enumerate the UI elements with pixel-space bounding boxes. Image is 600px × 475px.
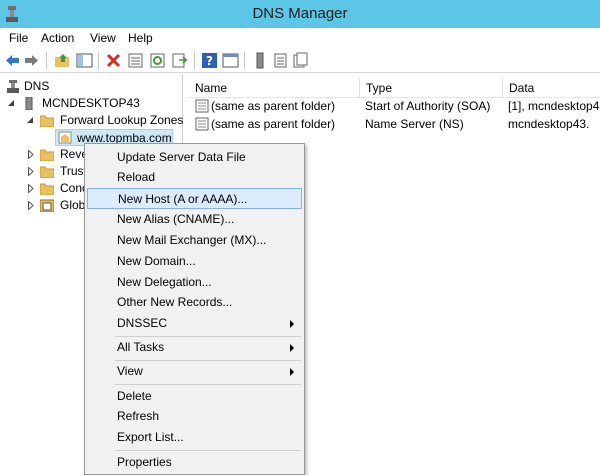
expanded-arrow-icon[interactable] <box>27 117 34 124</box>
tree-label-forward-zones: Forward Lookup Zones <box>60 113 184 127</box>
tree-label-trust: Trust <box>60 164 87 178</box>
menu-item-dnssec-label: DNSSEC <box>117 316 168 330</box>
refresh-icon[interactable] <box>149 52 166 69</box>
forward-icon[interactable] <box>23 52 40 69</box>
cell-type: Name Server (NS) <box>365 117 464 131</box>
menu-item-view-label: View <box>117 364 143 378</box>
collapsed-arrow-icon[interactable] <box>28 150 34 159</box>
menu-item-dnssec[interactable]: DNSSEC <box>87 313 302 334</box>
menu-item-new-domain[interactable]: New Domain... <box>87 251 302 272</box>
global-logs-icon <box>40 199 54 212</box>
tree-node-dns[interactable]: DNS <box>6 78 176 95</box>
tree-node-conditional-forwarders[interactable]: Conc <box>27 180 88 197</box>
cell-type: Start of Authority (SOA) <box>365 99 491 113</box>
folder-icon <box>40 183 54 195</box>
menu-file[interactable]: File <box>9 31 28 45</box>
toolbar-separator <box>98 52 99 69</box>
svg-text:?: ? <box>206 54 213 68</box>
toolbar-separator <box>244 52 245 69</box>
menu-separator <box>115 384 301 385</box>
submenu-arrow-icon <box>290 368 294 376</box>
menu-item-all-tasks-label: All Tasks <box>117 340 165 354</box>
menu-item-view[interactable]: View <box>87 361 302 382</box>
collapsed-arrow-icon[interactable] <box>28 167 34 176</box>
menu-item-refresh[interactable]: Refresh <box>87 406 302 427</box>
toolbar-separator <box>194 52 195 69</box>
console-icon[interactable] <box>222 52 239 69</box>
dns-icon <box>7 80 19 93</box>
menu-help[interactable]: Help <box>128 31 153 45</box>
help-icon[interactable]: ? <box>201 52 218 69</box>
tree-node-server[interactable]: MCNDESKTOP43 <box>8 95 178 112</box>
delete-icon[interactable] <box>105 52 122 69</box>
new-host-icon[interactable] <box>252 52 269 69</box>
folder-icon <box>40 115 54 127</box>
folder-icon <box>40 166 54 178</box>
new-record-icon[interactable] <box>272 52 289 69</box>
menu-item-delete[interactable]: Delete <box>87 386 302 407</box>
column-header-data[interactable]: Data <box>503 78 600 98</box>
menu-action[interactable]: Action <box>41 31 74 45</box>
menu-item-update-server-data-file[interactable]: Update Server Data File <box>87 147 302 168</box>
back-icon[interactable] <box>4 52 21 69</box>
properties2-icon[interactable] <box>292 52 309 69</box>
folder-icon <box>40 149 54 161</box>
cell-name: (same as parent folder) <box>211 99 336 113</box>
show-hide-tree-icon[interactable] <box>76 52 93 69</box>
tree-label-server: MCNDESKTOP43 <box>42 96 140 110</box>
tree-node-forward-zones[interactable]: Forward Lookup Zones <box>27 112 187 129</box>
menu-item-new-delegation[interactable]: New Delegation... <box>87 272 302 293</box>
cell-data: [1], mcndesktop43. <box>508 99 600 113</box>
record-icon <box>195 117 209 131</box>
expanded-arrow-icon[interactable] <box>8 100 15 107</box>
menu-item-other-new-records[interactable]: Other New Records... <box>87 292 302 313</box>
column-header-type[interactable]: Type <box>360 78 503 98</box>
zone-icon <box>58 131 72 144</box>
menu-view[interactable]: View <box>90 31 116 45</box>
submenu-arrow-icon <box>290 320 294 328</box>
title-bar: DNS Manager <box>0 0 600 28</box>
cell-data: mcndesktop43. <box>508 117 590 131</box>
toolbar: ? <box>0 48 600 73</box>
menu-item-new-alias[interactable]: New Alias (CNAME)... <box>87 209 302 230</box>
window-title: DNS Manager <box>252 5 348 22</box>
tree-node-global-logs[interactable]: Glob <box>27 197 87 214</box>
cell-name: (same as parent folder) <box>211 117 336 131</box>
record-icon <box>195 99 209 113</box>
menu-separator <box>115 450 301 451</box>
column-header-name[interactable]: Name <box>189 78 360 98</box>
menu-item-new-host[interactable]: New Host (A or AAAA)... <box>87 188 302 209</box>
menu-item-all-tasks[interactable]: All Tasks <box>87 337 302 358</box>
up-folder-icon[interactable] <box>54 52 71 69</box>
collapsed-arrow-icon[interactable] <box>28 201 34 210</box>
menu-item-reload[interactable]: Reload <box>87 167 302 188</box>
menu-bar: File Action View Help <box>0 28 600 48</box>
tree-label-global: Glob <box>60 198 86 212</box>
menu-item-export-list[interactable]: Export List... <box>87 427 302 448</box>
server-icon <box>25 97 33 110</box>
menu-item-new-mail-exchanger[interactable]: New Mail Exchanger (MX)... <box>87 230 302 251</box>
collapsed-arrow-icon[interactable] <box>28 184 34 193</box>
tree-label-dns: DNS <box>24 79 50 93</box>
toolbar-separator <box>46 52 47 69</box>
export-icon[interactable] <box>171 52 188 69</box>
submenu-arrow-icon <box>290 344 294 352</box>
tree-node-reverse-zones[interactable]: Reve <box>27 146 88 163</box>
context-menu: Update Server Data File Reload New Host … <box>84 143 305 475</box>
menu-item-properties[interactable]: Properties <box>87 452 302 473</box>
properties-icon[interactable] <box>127 52 144 69</box>
tree-node-trust-points[interactable]: Trust <box>27 163 87 180</box>
